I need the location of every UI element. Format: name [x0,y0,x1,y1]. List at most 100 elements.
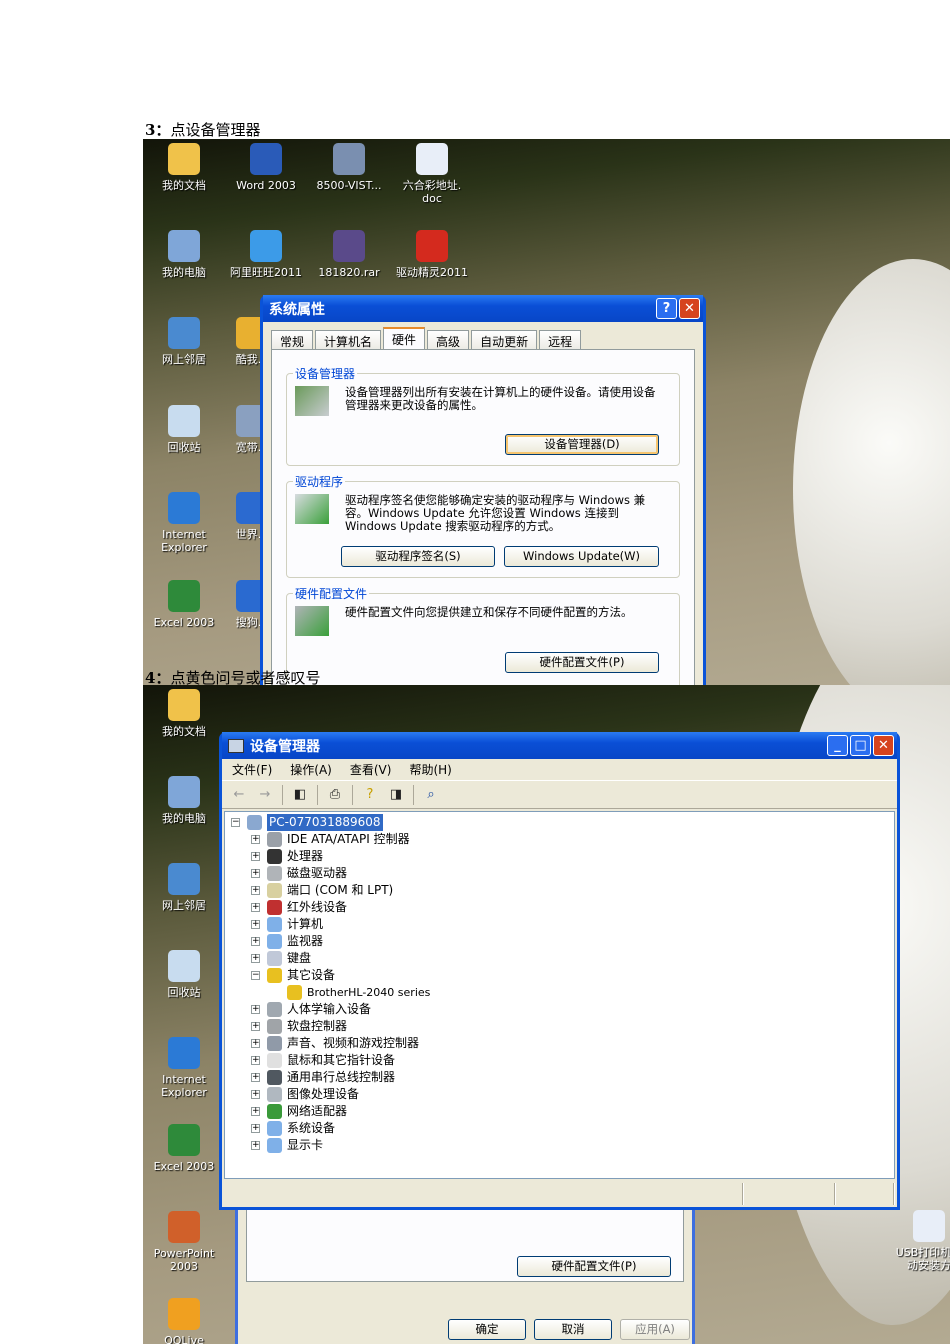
device-category[interactable]: + 计算机 [225,916,894,933]
device-category[interactable]: + 鼠标和其它指针设备 [225,1052,894,1069]
tab-5[interactable]: 远程 [539,330,582,349]
show-hide-tree-icon[interactable]: ◧ [291,787,309,803]
menu-item[interactable]: 帮助(H) [409,761,451,778]
device-label: 监视器 [287,934,324,948]
device-category[interactable]: + 网络适配器 [225,1103,894,1120]
desktop-icon[interactable]: Word 2003 [225,143,307,192]
expand-icon[interactable]: + [251,852,260,861]
desktop-icon[interactable]: 阿里旺旺2011 [225,230,307,279]
help-icon[interactable]: ? [361,787,379,803]
expand-icon[interactable]: + [251,1090,260,1099]
menu-item[interactable]: 操作(A) [290,761,332,778]
desktop-icon[interactable]: 181820.rar [308,230,390,279]
toolbar-separator [282,784,283,805]
device-label: 磁盘驱动器 [287,866,348,880]
back-icon[interactable]: ← [230,787,248,803]
expand-icon[interactable]: + [251,1005,260,1014]
dialog-title: 系统属性 [269,301,325,318]
device-category[interactable]: + 系统设备 [225,1120,894,1137]
network-places-icon [168,863,200,895]
apply-button[interactable]: 应用(A) [620,1319,690,1340]
expand-icon[interactable]: + [251,835,260,844]
expand-icon[interactable]: + [251,1107,260,1116]
device-category[interactable]: + 显示卡 [225,1137,894,1154]
expand-icon[interactable]: + [251,1056,260,1065]
desktop-icon[interactable]: 驱动精灵2011 [391,230,473,279]
close-button[interactable]: ✕ [873,735,894,756]
device-label: BrotherHL-2040 series [307,986,431,999]
device-category[interactable]: + 声音、视频和游戏控制器 [225,1035,894,1052]
device-manager-window: 设备管理器 _ □ ✕ 文件(F) 操作(A) 查看(V) 帮助(H) ← → ◧ ⎙… [219,732,900,1210]
device-label: 处理器 [287,849,324,863]
device-category[interactable]: + 磁盘驱动器 [225,865,894,882]
hardware-profiles-button[interactable]: 硬件配置文件(P) [517,1256,671,1277]
expand-icon[interactable]: + [251,1022,260,1031]
forward-icon[interactable]: → [256,787,274,803]
device-item[interactable]: BrotherHL-2040 series [225,984,894,1001]
cancel-button[interactable]: 取消 [534,1319,612,1340]
expand-icon[interactable]: + [251,920,260,929]
expand-icon[interactable]: + [251,1141,260,1150]
menu-item[interactable]: 查看(V) [350,761,392,778]
device-manager-button[interactable]: 设备管理器(D) [505,434,659,455]
window-titlebar[interactable]: 设备管理器 _ □ ✕ [222,732,897,759]
close-button[interactable]: ✕ [679,298,700,319]
menu-item[interactable]: 文件(F) [232,761,272,778]
device-category[interactable]: − 其它设备 [225,967,894,984]
desktop-icon[interactable]: USB打印机驱 动安装方 [888,1210,950,1272]
expand-icon[interactable]: + [251,1124,260,1133]
tree-root[interactable]: − PC-077031889608 [225,814,894,831]
print-icon[interactable]: ⎙ [326,787,344,803]
expand-icon[interactable]: + [251,886,260,895]
desktop-icon-label: 阿里旺旺2011 [230,266,302,279]
expand-icon[interactable]: + [251,1039,260,1048]
device-category[interactable]: + 人体学输入设备 [225,1001,894,1018]
expand-icon[interactable]: + [251,903,260,912]
desktop-icon[interactable]: 我的电脑 [143,776,225,825]
minimize-button[interactable]: _ [827,735,848,756]
driver-signing-button[interactable]: 驱动程序签名(S) [341,546,495,567]
device-category[interactable]: + 处理器 [225,848,894,865]
help-button[interactable]: ? [656,298,677,319]
ok-button[interactable]: 确定 [448,1319,526,1340]
processor-icon [267,849,282,864]
tab-0[interactable]: 常规 [271,330,314,349]
desktop-icon[interactable]: 回收站 [143,950,225,999]
desktop-icon[interactable]: 我的文档 [143,689,225,738]
collapse-icon[interactable]: − [231,818,240,827]
desktop-icon[interactable]: 我的文档 [143,143,225,192]
device-label: 计算机 [287,917,324,931]
desktop-icon[interactable]: 我的电脑 [143,230,225,279]
device-category[interactable]: + 端口 (COM 和 LPT) [225,882,894,899]
collapse-icon[interactable]: − [251,971,260,980]
expand-icon[interactable]: + [251,1073,260,1082]
desktop-icon[interactable]: Internet Explorer [143,1037,225,1099]
device-category[interactable]: + 软盘控制器 [225,1018,894,1035]
desktop-icon[interactable]: Excel 2003 [143,1124,225,1173]
expand-icon[interactable]: + [251,954,260,963]
windows-update-button[interactable]: Windows Update(W) [504,546,659,567]
desktop-icon[interactable]: 网上邻居 [143,863,225,912]
tab-4[interactable]: 自动更新 [471,330,538,349]
device-category[interactable]: + IDE ATA/ATAPI 控制器 [225,831,894,848]
maximize-button[interactable]: □ [850,735,871,756]
device-category[interactable]: + 红外线设备 [225,899,894,916]
device-manager-group: 设备管理器 设备管理器列出所有安装在计算机上的硬件设备。请使用设备管理器来更改设… [286,365,680,466]
expand-icon[interactable]: + [251,869,260,878]
desktop-icon-label: 我的文档 [162,179,206,192]
scan-hardware-icon[interactable]: ⌕ [422,787,440,803]
expand-icon[interactable]: + [251,937,260,946]
tab-3[interactable]: 高级 [427,330,470,349]
dialog-titlebar[interactable]: 系统属性 ? ✕ [263,295,703,322]
device-category[interactable]: + 图像处理设备 [225,1086,894,1103]
tab-2[interactable]: 硬件 [383,327,426,349]
desktop-icon[interactable]: 六合彩地址. doc [391,143,473,205]
show-hide-action-pane-icon[interactable]: ◨ [387,787,405,803]
hardware-profiles-button[interactable]: 硬件配置文件(P) [505,652,659,673]
device-category[interactable]: + 通用串行总线控制器 [225,1069,894,1086]
tab-1[interactable]: 计算机名 [315,330,382,349]
device-category[interactable]: + 键盘 [225,950,894,967]
device-manager-icon [228,738,244,753]
desktop-icon[interactable]: 8500-VIST... [308,143,390,192]
device-category[interactable]: + 监视器 [225,933,894,950]
